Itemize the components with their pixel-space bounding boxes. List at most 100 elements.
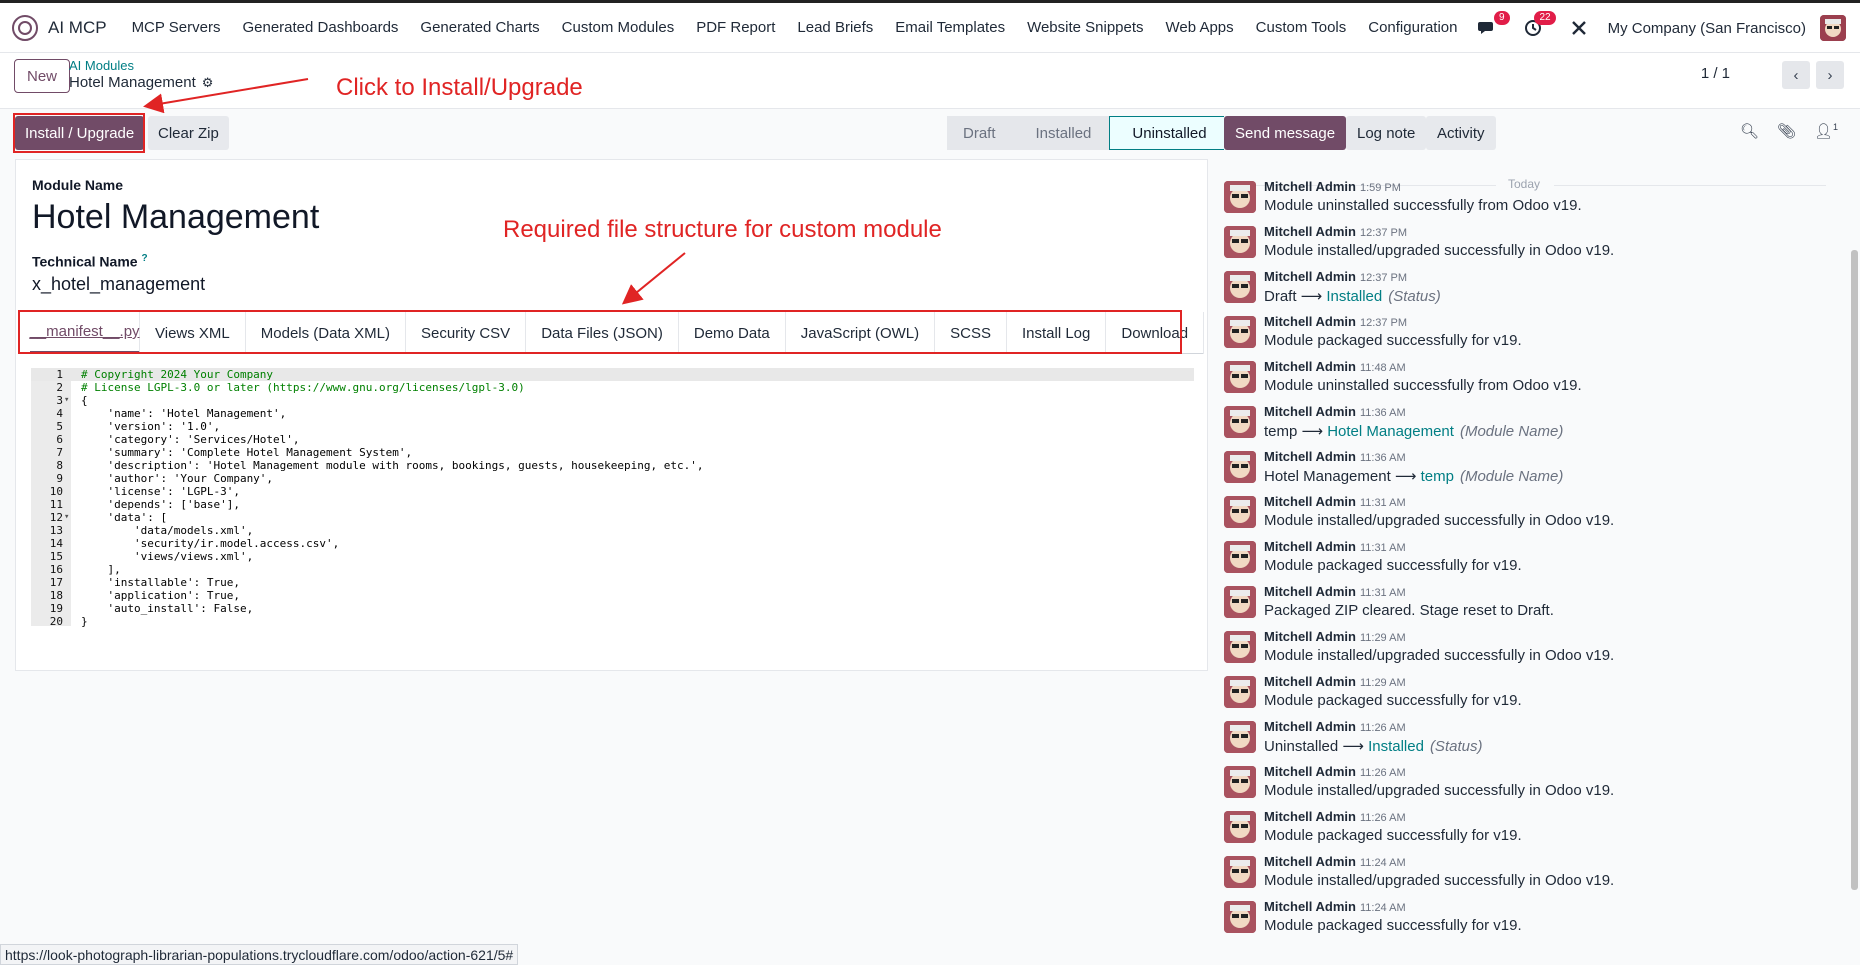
menu-custom-tools[interactable]: Custom Tools bbox=[1256, 19, 1347, 36]
activity-button[interactable]: Activity bbox=[1426, 116, 1496, 150]
code-line[interactable]: 17 'installable': True, bbox=[31, 576, 1194, 589]
author-avatar[interactable] bbox=[1224, 406, 1256, 438]
code-line[interactable]: 14 'security/ir.model.access.csv', bbox=[31, 537, 1194, 550]
code-line[interactable]: 16 ], bbox=[31, 563, 1194, 576]
menu-lead-briefs[interactable]: Lead Briefs bbox=[797, 19, 873, 36]
message-author[interactable]: Mitchell Admin 12:37 PM bbox=[1264, 269, 1407, 284]
menu-generated-charts[interactable]: Generated Charts bbox=[420, 19, 539, 36]
messaging-icon[interactable]: 9 bbox=[1474, 11, 1510, 41]
company-switcher[interactable]: My Company (San Francisco) bbox=[1608, 20, 1806, 37]
author-name[interactable]: Mitchell Admin bbox=[1264, 539, 1356, 554]
pager-previous-button[interactable]: ‹ bbox=[1782, 61, 1810, 89]
author-name[interactable]: Mitchell Admin bbox=[1264, 404, 1356, 419]
menu-email-templates[interactable]: Email Templates bbox=[895, 19, 1005, 36]
stage-installed[interactable]: Installed bbox=[1013, 116, 1110, 150]
menu-configuration[interactable]: Configuration bbox=[1368, 19, 1457, 36]
chatter-scrollbar[interactable] bbox=[1851, 250, 1858, 890]
author-avatar[interactable] bbox=[1224, 226, 1256, 258]
message-author[interactable]: Mitchell Admin 11:26 AM bbox=[1264, 809, 1406, 824]
app-brand[interactable]: AI MCP bbox=[12, 14, 107, 41]
message-author[interactable]: Mitchell Admin 1:59 PM bbox=[1264, 179, 1401, 194]
stage-uninstalled[interactable]: Uninstalled bbox=[1109, 116, 1226, 150]
code-line[interactable]: 3 ▾ { bbox=[31, 394, 1194, 407]
debug-tools-icon[interactable] bbox=[1566, 15, 1592, 41]
author-avatar[interactable] bbox=[1224, 496, 1256, 528]
message-author[interactable]: Mitchell Admin 12:37 PM bbox=[1264, 314, 1407, 329]
message-author[interactable]: Mitchell Admin 11:36 AM bbox=[1264, 404, 1406, 419]
author-name[interactable]: Mitchell Admin bbox=[1264, 809, 1356, 824]
module-name-field[interactable]: Hotel Management bbox=[32, 198, 319, 237]
code-line[interactable]: 18 'application': True, bbox=[31, 589, 1194, 602]
author-name[interactable]: Mitchell Admin bbox=[1264, 359, 1356, 374]
fold-toggle-icon[interactable]: ▾ bbox=[64, 394, 69, 407]
message-author[interactable]: Mitchell Admin 11:26 AM bbox=[1264, 719, 1406, 734]
author-avatar[interactable] bbox=[1224, 181, 1256, 213]
message-author[interactable]: Mitchell Admin 11:29 AM bbox=[1264, 629, 1406, 644]
message-author[interactable]: Mitchell Admin 11:24 AM bbox=[1264, 899, 1406, 914]
search-icon[interactable]: 🔍︎ bbox=[1740, 122, 1759, 140]
technical-name-field[interactable]: x_hotel_management bbox=[32, 274, 205, 295]
author-avatar[interactable] bbox=[1224, 451, 1256, 483]
user-avatar[interactable] bbox=[1820, 15, 1846, 41]
message-author[interactable]: Mitchell Admin 11:48 AM bbox=[1264, 359, 1406, 374]
code-line[interactable]: 19 'auto_install': False, bbox=[31, 602, 1194, 615]
author-avatar[interactable] bbox=[1224, 541, 1256, 573]
author-avatar[interactable] bbox=[1224, 361, 1256, 393]
pager-next-button[interactable]: › bbox=[1816, 61, 1844, 89]
author-name[interactable]: Mitchell Admin bbox=[1264, 224, 1356, 239]
help-tooltip-icon[interactable]: ? bbox=[141, 253, 147, 264]
new-button[interactable]: New bbox=[14, 59, 71, 93]
code-line[interactable]: 7 'summary': 'Complete Hotel Management … bbox=[31, 446, 1194, 459]
code-editor[interactable]: 1 # Copyright 2024 Your Company 2 # License… bbox=[31, 368, 1194, 628]
author-name[interactable]: Mitchell Admin bbox=[1264, 449, 1356, 464]
menu-mcp-servers[interactable]: MCP Servers bbox=[132, 19, 221, 36]
author-name[interactable]: Mitchell Admin bbox=[1264, 899, 1356, 914]
code-line[interactable]: 2 # License LGPL-3.0 or later (https://ww… bbox=[31, 381, 1194, 394]
paperclip-icon[interactable]: 📎︎ bbox=[1777, 122, 1796, 140]
message-author[interactable]: Mitchell Admin 11:31 AM bbox=[1264, 494, 1406, 509]
author-avatar[interactable] bbox=[1224, 721, 1256, 753]
menu-web-apps[interactable]: Web Apps bbox=[1166, 19, 1234, 36]
code-line[interactable]: 11 'depends': ['base'], bbox=[31, 498, 1194, 511]
author-avatar[interactable] bbox=[1224, 586, 1256, 618]
code-line[interactable]: 12 ▾ 'data': [ bbox=[31, 511, 1194, 524]
message-author[interactable]: Mitchell Admin 11:29 AM bbox=[1264, 674, 1406, 689]
clear-zip-button[interactable]: Clear Zip bbox=[148, 116, 229, 150]
message-author[interactable]: Mitchell Admin 11:26 AM bbox=[1264, 764, 1406, 779]
menu-custom-modules[interactable]: Custom Modules bbox=[562, 19, 675, 36]
fold-toggle-icon[interactable]: ▾ bbox=[64, 511, 69, 524]
code-line[interactable]: 5 'version': '1.0', bbox=[31, 420, 1194, 433]
message-author[interactable]: Mitchell Admin 12:37 PM bbox=[1264, 224, 1407, 239]
message-author[interactable]: Mitchell Admin 11:24 AM bbox=[1264, 854, 1406, 869]
code-line[interactable]: 9 'author': 'Your Company', bbox=[31, 472, 1194, 485]
code-line[interactable]: 1 # Copyright 2024 Your Company bbox=[31, 368, 1194, 381]
author-name[interactable]: Mitchell Admin bbox=[1264, 269, 1356, 284]
author-name[interactable]: Mitchell Admin bbox=[1264, 314, 1356, 329]
author-avatar[interactable] bbox=[1224, 811, 1256, 843]
author-avatar[interactable] bbox=[1224, 901, 1256, 933]
author-name[interactable]: Mitchell Admin bbox=[1264, 629, 1356, 644]
followers-icon[interactable]: 👤︎1 bbox=[1814, 122, 1838, 140]
log-note-button[interactable]: Log note bbox=[1346, 116, 1427, 150]
gear-icon[interactable]: ⚙ bbox=[202, 75, 214, 91]
author-name[interactable]: Mitchell Admin bbox=[1264, 719, 1356, 734]
menu-website-snippets[interactable]: Website Snippets bbox=[1027, 19, 1143, 36]
author-avatar[interactable] bbox=[1224, 856, 1256, 888]
author-name[interactable]: Mitchell Admin bbox=[1264, 494, 1356, 509]
breadcrumb-parent-link[interactable]: AI Modules bbox=[69, 58, 134, 73]
author-avatar[interactable] bbox=[1224, 631, 1256, 663]
code-line[interactable]: 15 'views/views.xml', bbox=[31, 550, 1194, 563]
pager-value[interactable]: 1 / 1 bbox=[1701, 65, 1730, 82]
send-message-button[interactable]: Send message bbox=[1224, 116, 1347, 150]
author-avatar[interactable] bbox=[1224, 316, 1256, 348]
code-line[interactable]: 8 'description': 'Hotel Management modul… bbox=[31, 459, 1194, 472]
code-line[interactable]: 6 'category': 'Services/Hotel', bbox=[31, 433, 1194, 446]
message-author[interactable]: Mitchell Admin 11:31 AM bbox=[1264, 539, 1406, 554]
code-line[interactable]: 13 'data/models.xml', bbox=[31, 524, 1194, 537]
author-name[interactable]: Mitchell Admin bbox=[1264, 854, 1356, 869]
author-name[interactable]: Mitchell Admin bbox=[1264, 584, 1356, 599]
code-line[interactable]: 10 'license': 'LGPL-3', bbox=[31, 485, 1194, 498]
author-name[interactable]: Mitchell Admin bbox=[1264, 179, 1356, 194]
menu-pdf-report[interactable]: PDF Report bbox=[696, 19, 775, 36]
message-author[interactable]: Mitchell Admin 11:36 AM bbox=[1264, 449, 1406, 464]
